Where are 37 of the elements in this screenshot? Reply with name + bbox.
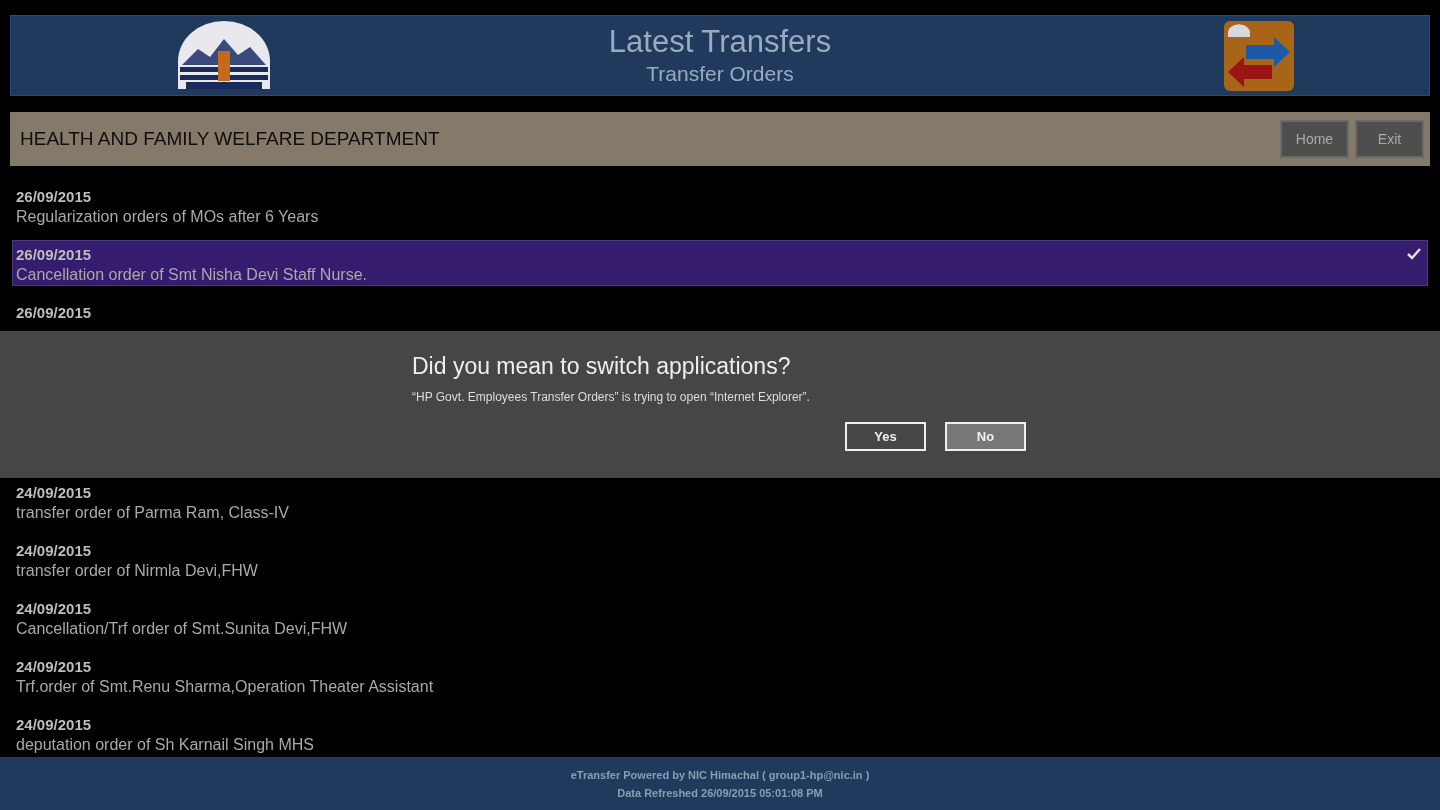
item-date: 26/09/2015 [16, 245, 92, 264]
item-date: 24/09/2015 [16, 541, 92, 560]
check-icon [1407, 248, 1421, 260]
nav-button[interactable]: Exit [1355, 120, 1424, 158]
item-title: Regularization orders of MOs after 6 Years [16, 207, 319, 227]
arrows-icon [1224, 20, 1294, 91]
item-date: 26/09/2015 [16, 187, 92, 206]
item-date: 24/09/2015 [16, 715, 92, 734]
transfer-list-item[interactable]: 26/09/2015 Cancellation order of Smt Nisha Devi Staff Nurse. [12, 240, 1428, 286]
transfer-list-item[interactable]: 24/09/2015 Trf.order of Smt.Renu Sharma,Operation Theater Assistant [12, 652, 1428, 698]
item-date: 24/09/2015 [16, 483, 92, 502]
transfer-list-item[interactable]: 24/09/2015 transfer order of Nirmla Devi,FHW [12, 536, 1428, 582]
app-title: Latest Transfers [608, 23, 832, 60]
transfer-list-item[interactable]: 24/09/2015 Cancellation/Trf order of Smt.Sunita Devi,FHW [12, 594, 1428, 640]
credit-text: eTransfer Powered by NIC Himachal ( group1-hp@nic.in ) [570, 768, 870, 781]
mountain-emblem-icon [175, 20, 272, 91]
item-title: transfer order of Nirmla Devi,FHW [16, 561, 258, 581]
item-title: Cancellation order of Smt Nisha Devi Staff Nurse. [16, 265, 367, 285]
item-date: 24/09/2015 [16, 657, 92, 676]
app-subtitle: Transfer Orders [646, 60, 794, 87]
transfer-list-item[interactable]: 24/09/2015 transfer order of Parma Ram, Class-IV [12, 478, 1428, 524]
item-title: transfer order of Parma Ram, Class-IV [16, 503, 289, 523]
item-date: 24/09/2015 [16, 599, 92, 618]
department-title: HEALTH AND FAMILY WELFARE DEPARTMENT [20, 128, 441, 150]
dialog-button[interactable]: Yes [845, 422, 926, 451]
transfer-list-item[interactable]: 26/09/2015 [12, 298, 1428, 331]
transfer-list-item[interactable]: 26/09/2015 Regularization orders of MOs after 6 Years [12, 182, 1428, 228]
item-title: Trf.order of Smt.Renu Sharma,Operation Theater Assistant [16, 677, 434, 697]
dialog-button[interactable]: No [945, 422, 1026, 451]
nav-button[interactable]: Home [1280, 120, 1349, 158]
item-title: Cancellation/Trf order of Smt.Sunita Devi,FHW [16, 619, 348, 639]
transfer-list-item[interactable]: 24/09/2015 deputation order of Sh Karnail Singh MHS [12, 710, 1428, 756]
dialog-title: Did you mean to switch applications? [412, 352, 792, 381]
item-date: 26/09/2015 [16, 303, 92, 322]
item-title: deputation order of Sh Karnail Singh MHS [16, 735, 314, 755]
refresh-time: Data Refreshed 26/09/2015 05:01:08 PM [617, 786, 823, 799]
dialog-message: “HP Govt. Employees Transfer Orders” is trying to open “Internet Explorer”. [412, 390, 811, 404]
